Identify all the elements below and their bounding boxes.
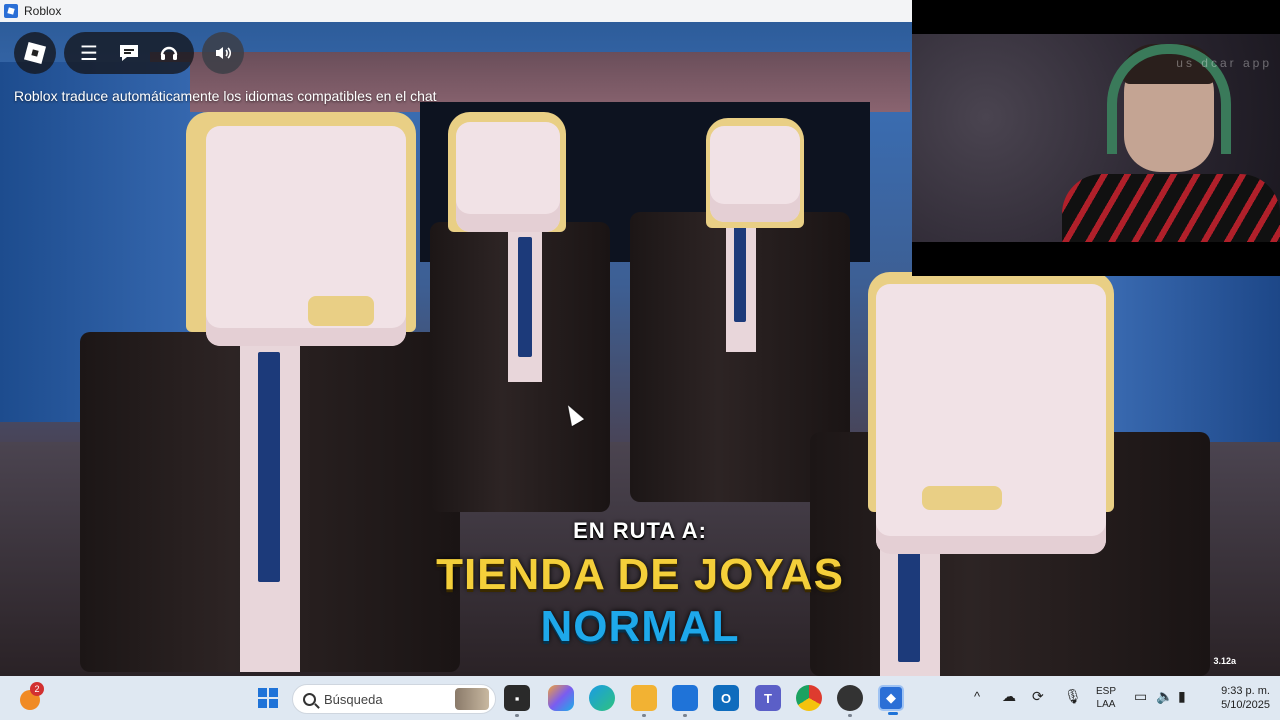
route-banner: EN RUTA A: TIENDA DE JOYAS NORMAL — [420, 518, 860, 652]
start-button[interactable] — [258, 688, 278, 708]
speaker-icon[interactable] — [202, 32, 244, 74]
window-titlebar[interactable]: Roblox — [0, 0, 912, 22]
webcam-feed: us dcar app — [912, 34, 1280, 242]
outlook-app-icon[interactable]: O — [713, 685, 739, 711]
npc-character — [810, 272, 1210, 676]
npc-character — [420, 112, 620, 512]
search-highlight-image — [455, 688, 489, 710]
onedrive-icon[interactable]: ☁ — [1002, 688, 1016, 705]
clock-time: 9:33 p. m. — [1221, 685, 1270, 697]
weather-widget[interactable]: 2 — [18, 682, 44, 710]
sync-icon[interactable]: ⟳ — [1032, 688, 1044, 705]
roblox-logo-button[interactable] — [14, 32, 56, 74]
npc-character — [80, 112, 460, 672]
taskbar-clock[interactable]: 9:33 p. m. 5/10/2025 — [1204, 684, 1270, 712]
route-difficulty: NORMAL — [540, 602, 740, 651]
roblox-menu-pill: ☰ — [64, 32, 194, 74]
search-placeholder: Búsqueda — [324, 691, 383, 707]
network-icon: ▭ — [1134, 688, 1148, 704]
game-version: 3.12a — [1213, 656, 1236, 666]
edge-app-icon[interactable] — [589, 685, 615, 711]
language-indicator[interactable]: ESP LAA — [1094, 685, 1118, 711]
webcam-watermark: us dcar app — [1176, 56, 1272, 70]
route-destination: TIENDA DE JOYAS — [436, 550, 844, 599]
chrome-app-icon[interactable] — [796, 685, 822, 711]
screen: Roblox EN RUTA A: TIENDA DE JOYAS NORMAL… — [0, 0, 1280, 720]
taskview-app-icon[interactable]: ▪ — [504, 685, 530, 717]
window-title: Roblox — [24, 4, 62, 18]
roblox-taskbar-icon[interactable]: ◆ — [878, 685, 904, 715]
chevron-up-icon[interactable]: ^ — [974, 689, 980, 704]
volume-icon: 🔈 — [1156, 688, 1174, 704]
language-code: ESP — [1095, 686, 1116, 697]
clock-date: 5/10/2025 — [1221, 699, 1270, 711]
teams-app-icon[interactable]: T — [755, 685, 781, 711]
voice-headset-icon[interactable] — [152, 36, 186, 70]
route-label: EN RUTA A: — [573, 518, 707, 543]
battery-icon: ▮ — [1178, 688, 1186, 704]
roblox-topbar: ☰ — [14, 32, 244, 74]
hamburger-menu-icon[interactable]: ☰ — [72, 36, 106, 70]
taskbar-search[interactable]: Búsqueda — [292, 684, 496, 714]
microsoft-store-app-icon[interactable] — [672, 685, 698, 717]
microphone-icon[interactable]: 🎙 — [1064, 688, 1082, 705]
chat-icon[interactable] — [112, 36, 146, 70]
roblox-app-icon — [4, 4, 18, 18]
file-explorer-app-icon[interactable] — [631, 685, 657, 717]
recorder-app-icon[interactable] — [837, 685, 863, 717]
chat-translation-notice: Roblox traduce automáticamente los idiom… — [14, 88, 437, 104]
search-icon — [303, 692, 316, 706]
windows-taskbar: 2 Búsqueda ▪ O T ◆ ^ ☁ ⟳ 🎙 ESP LAA ▭ 🔈 ▮… — [0, 676, 1280, 720]
copilot-app-icon[interactable] — [548, 685, 574, 711]
roblox-logo-icon — [23, 41, 47, 65]
keyboard-layout: LAA — [1096, 699, 1116, 710]
weather-badge: 2 — [30, 682, 44, 696]
